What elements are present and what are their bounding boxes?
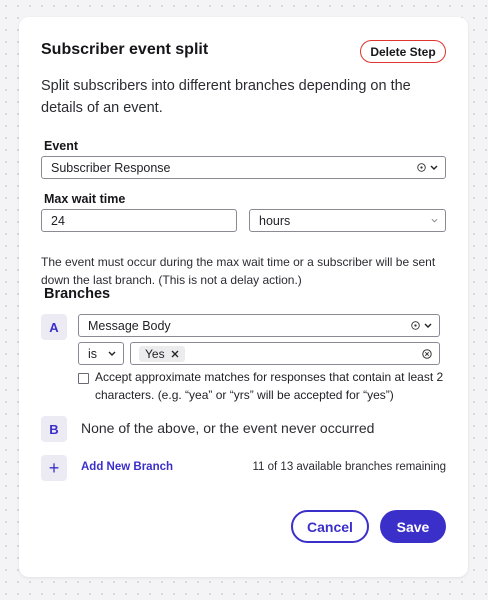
branch-a-badge: A (41, 314, 67, 340)
clear-icon[interactable] (422, 348, 432, 359)
approximate-match-label: Accept approximate matches for responses… (95, 370, 444, 402)
info-icon (411, 321, 420, 330)
max-wait-label: Max wait time (44, 192, 126, 206)
branch-a-field-select[interactable]: Message Body (78, 314, 440, 337)
value-chip: Yes (139, 346, 185, 362)
branch-a-operator-select[interactable]: is (78, 342, 124, 365)
max-wait-help: The event must occur during the max wait… (41, 255, 436, 287)
delete-step-button[interactable]: Delete Step (360, 40, 446, 63)
branch-a-field-value: Message Body (88, 318, 171, 333)
approximate-match-checkbox[interactable] (78, 373, 89, 384)
event-select-value: Subscriber Response (51, 160, 171, 175)
branch-b-text: None of the above, or the event never oc… (81, 420, 375, 436)
max-wait-input[interactable] (41, 209, 237, 232)
branch-b-badge: B (41, 416, 67, 442)
chevron-down-icon (430, 165, 438, 170)
add-new-branch-link[interactable]: Add New Branch (81, 461, 173, 473)
chevron-down-icon (431, 218, 438, 223)
chevron-down-icon (424, 323, 432, 328)
branch-a-values-input[interactable]: Yes (130, 342, 440, 365)
panel-title: Subscriber event split (41, 41, 209, 58)
value-chip-label: Yes (145, 347, 165, 361)
event-split-panel: Subscriber event split Delete Step Split… (19, 17, 468, 577)
save-button[interactable]: Save (380, 510, 446, 543)
branch-a-operator-value: is (88, 346, 98, 361)
panel-description: Split subscribers into different branche… (41, 78, 411, 116)
add-branch-icon[interactable]: + (41, 455, 67, 481)
wait-unit-select[interactable]: hours (249, 209, 446, 232)
event-label: Event (44, 139, 79, 153)
info-icon (417, 163, 426, 172)
event-select[interactable]: Subscriber Response (41, 156, 446, 179)
cancel-button[interactable]: Cancel (291, 510, 369, 543)
branches-remaining: 11 of 13 available branches remaining (252, 461, 447, 473)
chevron-down-icon (108, 351, 116, 356)
branches-heading: Branches (44, 286, 111, 302)
wait-unit-value: hours (259, 213, 291, 228)
remove-chip-icon[interactable] (171, 350, 179, 358)
